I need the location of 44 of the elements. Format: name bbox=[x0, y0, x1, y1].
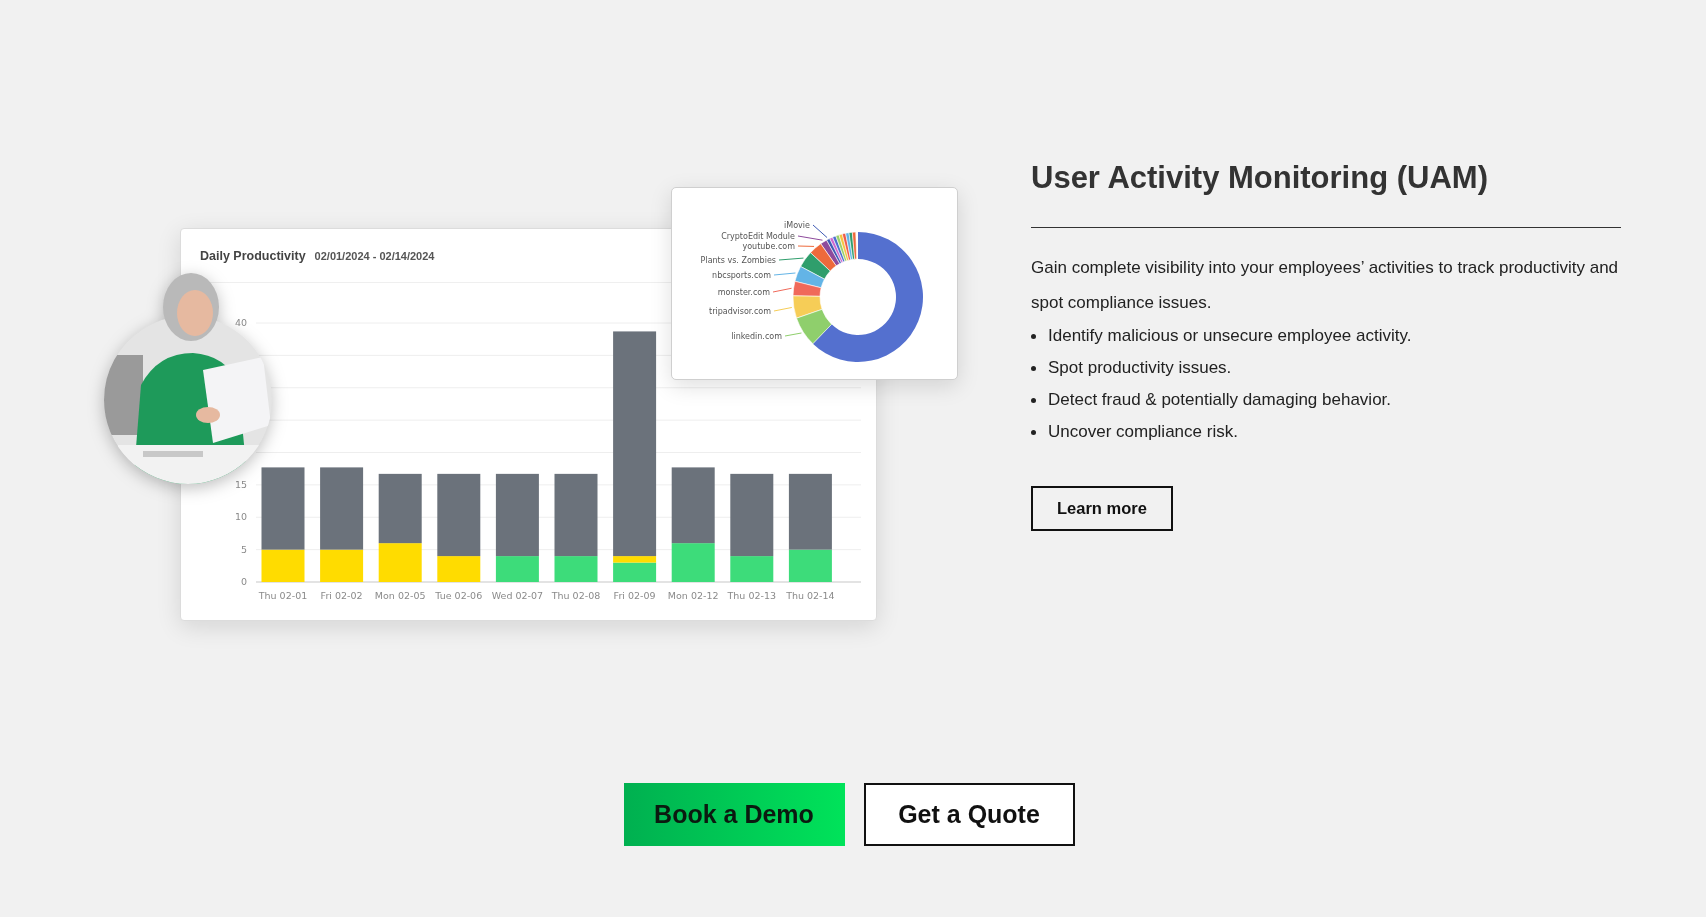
bullet-text: Detect fraud & potentially damaging behavior. bbox=[1048, 389, 1392, 411]
axis-category-label: Fri 02-02 bbox=[320, 590, 363, 601]
axis-tick-label: 0 bbox=[240, 576, 247, 587]
axis-category-label: Tue 02-06 bbox=[435, 590, 483, 601]
bullet-icon bbox=[1031, 429, 1036, 435]
book-demo-button[interactable]: Book a Demo bbox=[623, 783, 845, 846]
bullet-text: Uncover compliance risk. bbox=[1048, 421, 1238, 443]
axis-tick-label: 15 bbox=[234, 478, 247, 490]
bullet-text: Spot productivity issues. bbox=[1048, 357, 1232, 379]
leader-line bbox=[778, 257, 804, 261]
bullet-text: Identify malicious or unsecure employee activity. bbox=[1048, 325, 1412, 347]
get-quote-button[interactable]: Get a Quote bbox=[863, 783, 1075, 846]
axis-category-label: Wed 02-07 bbox=[491, 590, 544, 601]
leader-line bbox=[772, 287, 793, 293]
bullet-icon bbox=[1031, 365, 1036, 371]
slice-label: youtube.com bbox=[742, 242, 795, 251]
leader-line bbox=[784, 332, 802, 337]
slice-label: Plants vs. Zombies bbox=[700, 256, 776, 265]
axis-category-label: Fri 02-09 bbox=[613, 590, 656, 601]
date-range: 02/01/2024 - 02/14/2024 bbox=[314, 249, 435, 262]
leader-line bbox=[797, 245, 815, 247]
learn-more-button[interactable]: Learn more bbox=[1031, 486, 1173, 531]
axis-tick-label: 10 bbox=[234, 511, 247, 523]
axis-category-label: Thu 02-08 bbox=[551, 590, 601, 601]
slice-label: tripadvisor.com bbox=[709, 307, 771, 316]
axis-category-label: Thu 02-13 bbox=[727, 590, 777, 601]
leader-line bbox=[773, 272, 796, 276]
bullet-icon bbox=[1031, 397, 1036, 403]
axis-category-label: Mon 02-05 bbox=[374, 590, 426, 601]
slice-label: nbcsports.com bbox=[712, 271, 771, 280]
axis-category-label: Thu 02-14 bbox=[786, 590, 835, 601]
chart-title: Daily Productivity bbox=[200, 248, 306, 263]
axis-tick-label: 40 bbox=[234, 317, 247, 328]
axis-category-label: Thu 02-01 bbox=[258, 590, 308, 601]
intro-text: Gain complete visibility into your employees’ activities to track productivity and spot compliance issues. bbox=[1031, 257, 1620, 314]
slice-label: linkedin.com bbox=[731, 332, 782, 341]
leader-line bbox=[773, 307, 793, 312]
slice-label: monster.com bbox=[717, 288, 770, 297]
slice-label: CryptoEdit Module bbox=[721, 232, 795, 241]
section-heading: User Activity Monitoring (UAM) bbox=[1031, 160, 1489, 196]
slice-label: iMovie bbox=[784, 221, 810, 230]
axis-category-label: Mon 02-12 bbox=[667, 590, 719, 601]
bullet-icon bbox=[1031, 333, 1036, 339]
axis-tick-label: 5 bbox=[240, 543, 247, 555]
